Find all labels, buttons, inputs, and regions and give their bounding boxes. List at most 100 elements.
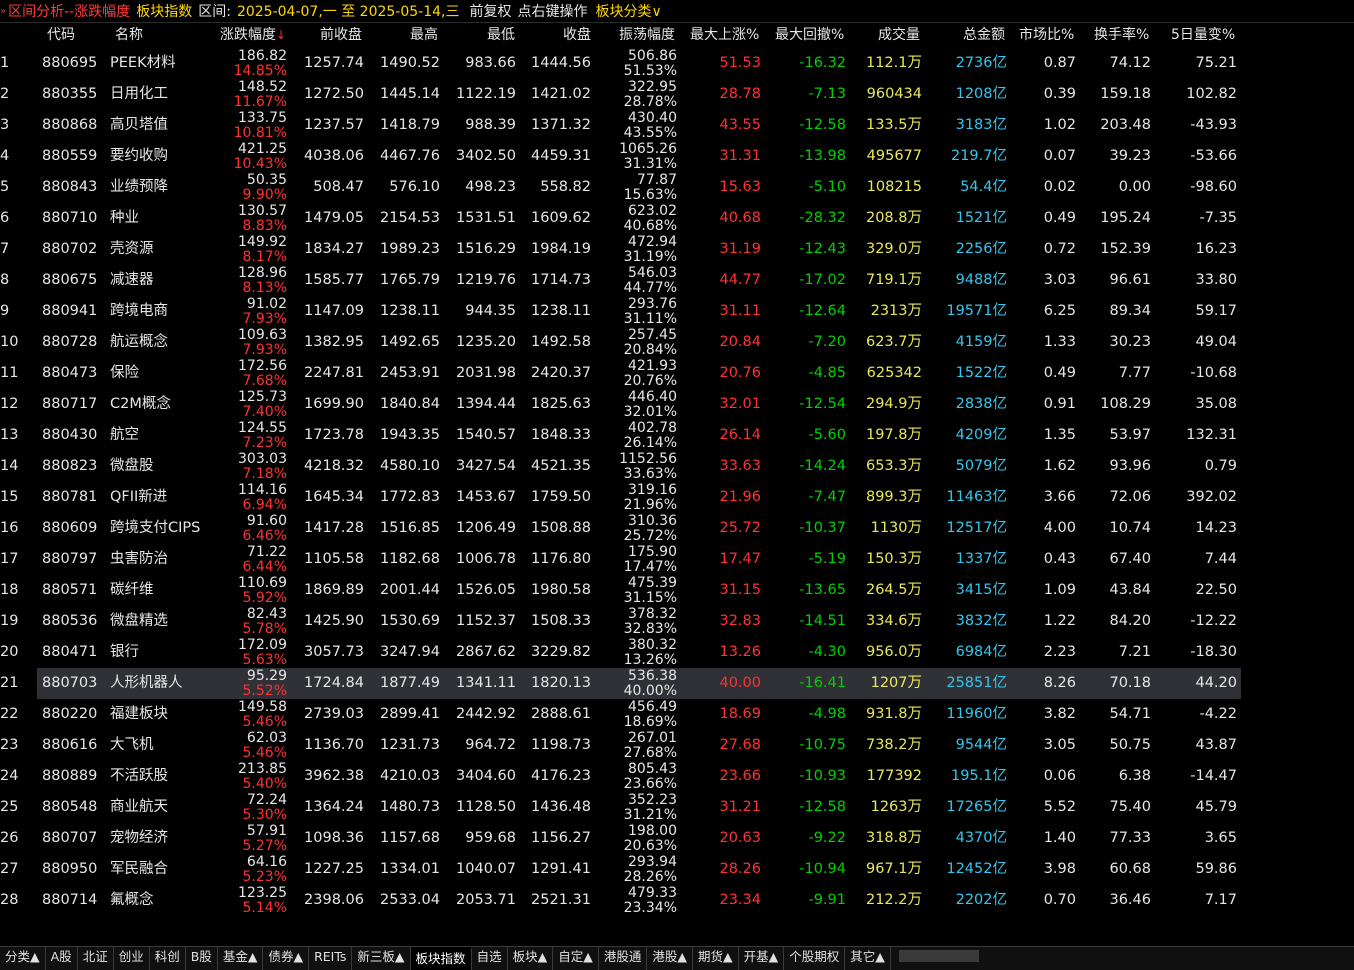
row-code: 880355 bbox=[42, 86, 98, 102]
tab-0[interactable]: 分类▲ bbox=[0, 947, 46, 970]
row-market-ratio: 3.98 bbox=[1043, 861, 1076, 877]
table-row[interactable]: 8 880675 减速器 1585.77 1765.79 1219.76 1714.73 44… bbox=[0, 265, 1354, 296]
tab-8[interactable]: REITs bbox=[309, 947, 353, 970]
tab-9[interactable]: 新三板▲ bbox=[352, 947, 411, 970]
table-row[interactable]: 6 880710 种业 1479.05 2154.53 1531.51 1609.62 40.… bbox=[0, 203, 1354, 234]
row-name: 航运概念 bbox=[110, 334, 168, 350]
table-row[interactable]: 16 880609 跨境支付CIPS 1417.28 1516.85 1206.49 150… bbox=[0, 513, 1354, 544]
row-max-drawdown: -4.98 bbox=[808, 706, 846, 722]
table-row[interactable]: 14 880823 微盘股 4218.32 4580.10 3427.54 4521.35 3… bbox=[0, 451, 1354, 482]
tab-4[interactable]: 科创 bbox=[150, 947, 186, 970]
tab-12[interactable]: 板块▲ bbox=[508, 947, 554, 970]
col-turnover[interactable]: 换手率% bbox=[1094, 24, 1149, 46]
row-prev-close: 508.47 bbox=[313, 179, 364, 195]
tab-10[interactable]: 板块指数 bbox=[410, 947, 472, 970]
table-row[interactable]: 28 880714 氟概念 2398.06 2533.04 2053.71 2521.31 2… bbox=[0, 885, 1354, 916]
table-row[interactable]: 11 880473 保险 2247.81 2453.91 2031.98 2420.37 20… bbox=[0, 358, 1354, 389]
col-amplitude[interactable]: 振荡幅度 bbox=[619, 24, 675, 46]
col-max-drawdown[interactable]: 最大回撤% bbox=[775, 24, 844, 46]
table-row[interactable]: 25 880548 商业航天 1364.24 1480.73 1128.50 1436.48… bbox=[0, 792, 1354, 823]
row-high: 3247.94 bbox=[380, 644, 440, 660]
row-code: 880702 bbox=[42, 241, 98, 257]
tab-5[interactable]: B股 bbox=[186, 947, 218, 970]
row-name: 种业 bbox=[110, 210, 139, 226]
tab-15[interactable]: 港股▲ bbox=[647, 947, 693, 970]
col-prev-close[interactable]: 前收盘 bbox=[320, 24, 362, 46]
table-row[interactable]: 27 880950 军民融合 1227.25 1334.01 1040.07 1291.41… bbox=[0, 854, 1354, 885]
row-market-ratio: 1.33 bbox=[1043, 334, 1076, 350]
col-vol5[interactable]: 5日量变% bbox=[1171, 24, 1235, 46]
table-row[interactable]: 5 880843 业绩预降 508.47 576.10 498.23 558.82 15.63… bbox=[0, 172, 1354, 203]
table-row[interactable]: 19 880536 微盘精选 1425.90 1530.69 1152.37 1508.33… bbox=[0, 606, 1354, 637]
col-high[interactable]: 最高 bbox=[410, 24, 438, 46]
row-amplitude: 421.93 20.76% bbox=[597, 358, 677, 389]
row-change: 128.96 8.13% bbox=[207, 265, 287, 296]
row-max-rise: 18.69 bbox=[719, 706, 761, 722]
table-row[interactable]: 1 880695 PEEK材料 1257.74 1490.52 983.66 1444.56… bbox=[0, 48, 1354, 79]
row-change: 109.63 7.93% bbox=[207, 327, 287, 358]
col-market-ratio[interactable]: 市场比% bbox=[1019, 24, 1074, 46]
tab-6[interactable]: 基金▲ bbox=[218, 947, 264, 970]
table-row[interactable]: 15 880781 QFII新进 1645.34 1772.83 1453.67 1759.… bbox=[0, 482, 1354, 513]
table-row[interactable]: 22 880220 福建板块 2739.03 2899.41 2442.92 2888.61… bbox=[0, 699, 1354, 730]
col-low[interactable]: 最低 bbox=[487, 24, 515, 46]
tab-16[interactable]: 期货▲ bbox=[693, 947, 739, 970]
range-value[interactable]: 2025-04-07,一 至 2025-05-14,三 bbox=[237, 1, 460, 21]
expand-chevron-icon[interactable]: » bbox=[0, 6, 6, 17]
col-change[interactable]: 涨跌幅度↓ bbox=[220, 24, 286, 46]
table-row[interactable]: 4 880559 要约收购 4038.06 4467.76 3402.50 4459.31 3… bbox=[0, 141, 1354, 172]
horizontal-scrollbar[interactable] bbox=[891, 947, 1354, 970]
row-code: 880797 bbox=[42, 551, 98, 567]
row-low: 498.23 bbox=[465, 179, 516, 195]
row-amount: 2202亿 bbox=[955, 892, 1007, 908]
row-close: 1609.62 bbox=[531, 210, 591, 226]
tab-1[interactable]: A股 bbox=[46, 947, 78, 970]
tab-17[interactable]: 开基▲ bbox=[739, 947, 785, 970]
table-row[interactable]: 7 880702 壳资源 1834.27 1989.23 1516.29 1984.19 31… bbox=[0, 234, 1354, 265]
row-amplitude: 77.87 15.63% bbox=[597, 172, 677, 203]
row-change: 303.03 7.18% bbox=[207, 451, 287, 482]
table-row[interactable]: 9 880941 跨境电商 1147.09 1238.11 944.35 1238.11 31… bbox=[0, 296, 1354, 327]
row-change-value: 186.82 bbox=[238, 48, 287, 64]
tab-19[interactable]: 其它▲ bbox=[845, 947, 891, 970]
row-turnover: 67.40 bbox=[1109, 551, 1151, 567]
scrollbar-thumb[interactable] bbox=[898, 950, 979, 962]
tab-13[interactable]: 自定▲ bbox=[553, 947, 599, 970]
tab-11[interactable]: 自选 bbox=[472, 947, 508, 970]
col-volume[interactable]: 成交量 bbox=[878, 24, 920, 46]
tab-18[interactable]: 个股期权 bbox=[784, 947, 846, 970]
row-high: 1480.73 bbox=[380, 799, 440, 815]
row-amount: 2256亿 bbox=[955, 241, 1007, 257]
col-close[interactable]: 收盘 bbox=[563, 24, 591, 46]
col-max-rise[interactable]: 最大上涨% bbox=[690, 24, 759, 46]
tab-2[interactable]: 北证 bbox=[78, 947, 114, 970]
table-row[interactable]: 2 880355 日用化工 1272.50 1445.14 1122.19 1421.02 2… bbox=[0, 79, 1354, 110]
col-name[interactable]: 名称 bbox=[115, 24, 143, 46]
row-turnover: 70.18 bbox=[1109, 675, 1151, 691]
table-row[interactable]: 24 880889 不活跃股 3962.38 4210.03 3404.60 4176.23… bbox=[0, 761, 1354, 792]
table-row[interactable]: 10 880728 航运概念 1382.95 1492.65 1235.20 1492.58… bbox=[0, 327, 1354, 358]
table-row[interactable]: 17 880797 虫害防治 1105.58 1182.68 1006.78 1176.80… bbox=[0, 544, 1354, 575]
table-row[interactable]: 18 880571 碳纤维 1869.89 2001.44 1526.05 1980.58 3… bbox=[0, 575, 1354, 606]
table-row[interactable]: 23 880616 大飞机 1136.70 1231.73 964.72 1198.73 27… bbox=[0, 730, 1354, 761]
adjust-option[interactable]: 前复权 bbox=[469, 1, 511, 21]
tab-14[interactable]: 港股通 bbox=[599, 947, 648, 970]
row-max-rise: 26.14 bbox=[719, 427, 761, 443]
col-code[interactable]: 代码 bbox=[47, 24, 75, 46]
table-row[interactable]: 12 880717 C2M概念 1699.90 1840.84 1394.44 1825.6… bbox=[0, 389, 1354, 420]
tab-7[interactable]: 债券▲ bbox=[263, 947, 310, 970]
row-close: 4459.31 bbox=[531, 148, 591, 164]
row-market-ratio: 3.05 bbox=[1043, 737, 1076, 753]
table-row[interactable]: 21 880703 人形机器人 1724.84 1877.49 1341.11 1820.1… bbox=[0, 668, 1354, 699]
tab-3[interactable]: 创业 bbox=[114, 947, 150, 970]
row-low: 1235.20 bbox=[456, 334, 516, 350]
table-row[interactable]: 3 880868 高贝塔值 1237.57 1418.79 988.39 1371.32 43… bbox=[0, 110, 1354, 141]
table-row[interactable]: 20 880471 银行 3057.73 3247.94 2867.62 3229.82 13… bbox=[0, 637, 1354, 668]
row-low: 1531.51 bbox=[456, 210, 516, 226]
row-change: 95.29 5.52% bbox=[207, 668, 287, 699]
board-category-dropdown[interactable]: 板块分类∨ bbox=[595, 1, 661, 21]
row-amplitude: 475.39 31.15% bbox=[597, 575, 677, 606]
table-row[interactable]: 13 880430 航空 1723.78 1943.35 1540.57 1848.33 26… bbox=[0, 420, 1354, 451]
table-row[interactable]: 26 880707 宠物经济 1098.36 1157.68 959.68 1156.27 2… bbox=[0, 823, 1354, 854]
col-amount[interactable]: 总金额 bbox=[963, 24, 1005, 46]
